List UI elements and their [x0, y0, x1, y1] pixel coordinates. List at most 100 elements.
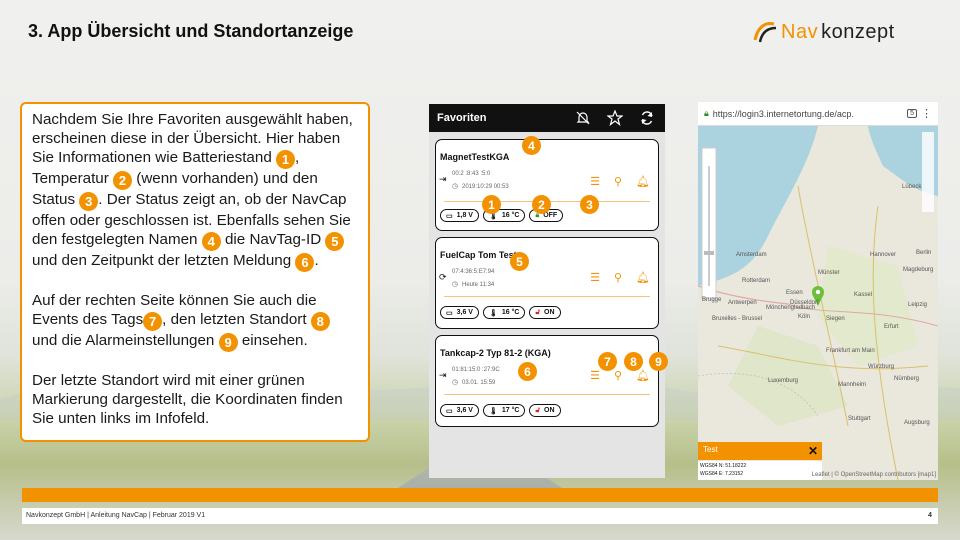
map-label: Mannheim [838, 382, 867, 388]
close-icon[interactable]: ✕ [808, 444, 818, 458]
clock-icon: ◷ [452, 379, 459, 386]
map-label: Münster [818, 270, 840, 276]
tag-id: 01:81:15:0 :27:9C [452, 367, 500, 373]
last-report: 03.01. 15:59 [462, 380, 496, 386]
refresh-icon[interactable] [637, 108, 657, 128]
callout-badge-9: 9 [649, 352, 668, 371]
callout-badge-5: 5 [510, 252, 529, 271]
badge-5: 5 [325, 232, 345, 251]
favorite-card[interactable]: Tankcap-2 Typ 81-2 (KGA) ⇥ 01:81:15:0 :2… [435, 335, 668, 427]
tag-name: FuelCap Tom Test [440, 250, 517, 260]
battery-icon: ▭ [446, 407, 453, 415]
events-list-icon[interactable]: ☰ [590, 271, 600, 284]
clock-icon: ◷ [452, 183, 459, 190]
card-actions: ☰ ⚲ 🔔︎ [590, 175, 650, 188]
star-icon[interactable] [605, 108, 625, 128]
card-actions: ☰ ⚲ 🔔︎ [590, 271, 650, 284]
battery-icon: ▭ [446, 212, 453, 220]
bell-off-icon[interactable] [573, 108, 593, 128]
refresh-status-icon: ⟳ [439, 272, 447, 282]
callout-badge-1: 1 [482, 195, 501, 214]
last-report: 2019:10:29 00:53 [462, 184, 509, 190]
logo-text-konzept: konzept [821, 20, 895, 43]
callout-badge-7: 7 [598, 352, 617, 371]
location-pin-icon[interactable]: ⚲ [614, 271, 622, 284]
temperature-chip: 🌡︎ 16 °C [482, 306, 526, 319]
location-pin-icon[interactable]: ⚲ [614, 175, 622, 188]
tag-id: 07:4:36:5:E7:94 [452, 269, 495, 275]
coord-lat: WGS84 N: 51.18222 [700, 463, 747, 469]
lock-status-chip: 🔓︎ ON [529, 306, 561, 319]
navkonzept-logo: Nav konzept [752, 20, 895, 44]
signin-arrow-icon: ⇥ [439, 370, 447, 380]
map-label: Kassel [854, 292, 873, 298]
battery-icon: ▭ [446, 309, 453, 317]
map-label: Lübeck [902, 184, 922, 190]
events-list-icon[interactable]: ☰ [590, 369, 600, 382]
map-label: Rotterdam [742, 278, 771, 284]
secure-lock-icon: 🔒︎ [704, 108, 709, 118]
badge-8: 8 [310, 312, 330, 331]
map-label: Augsburg [904, 420, 930, 426]
browser-address-bar[interactable]: 🔒︎ https://login3.internetortung.de/acp.… [698, 102, 938, 126]
map-label: Mönchengladbach [766, 305, 816, 311]
callout-badge-8: 8 [624, 352, 643, 371]
info-paragraph-2: Auf der rechten Seite können Sie auch di… [32, 291, 358, 352]
favorite-card[interactable]: FuelCap Tom Test ⟳ 07:4:36:5:E7:94 ◷ Heu… [435, 237, 659, 329]
card-actions: ☰ ⚲ 🔔︎ [590, 369, 650, 382]
lock-open-icon: 🔓︎ [535, 308, 541, 316]
coord-lon: WGS84 E: 7.23152 [700, 471, 744, 477]
slide-title: 3. App Übersicht und Standortanzeige [28, 21, 354, 41]
map-label: Magdeburg [903, 267, 934, 273]
map-infobox: Test ✕ [698, 442, 822, 460]
last-report: Heute 11:34 [462, 282, 495, 288]
alarm-bell-icon[interactable]: 🔔︎ [636, 369, 650, 382]
lock-status-chip: 🔓︎ ON [529, 404, 561, 417]
alarm-bell-icon[interactable]: 🔔︎ [636, 175, 650, 188]
badge-2: 2 [113, 171, 133, 190]
app-title: Favoriten [437, 112, 487, 124]
battery-chip: ▭ 3,6 V [440, 306, 479, 319]
footer-text: Navkonzept GmbH | Anleitung NavCap | Feb… [26, 512, 206, 519]
temperature-chip: 🌡︎ 17 °C [482, 404, 526, 417]
badge-9: 9 [218, 333, 238, 352]
battery-chip: ▭ 1,8 V [440, 209, 479, 222]
phone-screenshot: Favoriten MagnetTestKGA ⇥ 00:2 :8:43 :5:… [429, 104, 668, 478]
menu-dots-icon[interactable]: ⋮ [921, 107, 932, 120]
callout-badge-3: 3 [580, 195, 599, 214]
callout-badge-2: 2 [532, 195, 551, 214]
map-label: Hannover [870, 252, 897, 258]
tab-count[interactable]: 5 [907, 109, 917, 118]
info-paragraph-1: Nachdem Sie Ihre Favoriten ausgewählt ha… [32, 111, 353, 272]
tag-name: Tankcap-2 Typ 81-2 (KGA) [440, 348, 551, 358]
callout-badge-6: 6 [518, 362, 537, 381]
location-pin-icon[interactable]: ⚲ [614, 369, 622, 382]
badge-4: 4 [201, 232, 221, 251]
page-number: 4 [928, 512, 932, 519]
lock-open-icon: 🔓︎ [535, 406, 541, 414]
clock-icon: ◷ [452, 281, 459, 288]
map-attribution[interactable]: Leaflet | © OpenStreetMap contributors [… [812, 472, 936, 478]
logo-swoosh-icon [753, 22, 777, 43]
alarm-bell-icon[interactable]: 🔔︎ [636, 271, 650, 284]
status-chips: ▭ 3,6 V 🌡︎ 16 °C 🔓︎ ON [440, 306, 561, 319]
tag-name: MagnetTestKGA [440, 152, 510, 162]
map-side-tools [922, 132, 934, 212]
badge-6: 6 [295, 253, 315, 272]
map-label: Köln [798, 314, 811, 320]
map-label: Luxemburg [768, 378, 799, 384]
url-text[interactable]: https://login3.internetortung.de/acp. [713, 109, 903, 119]
map-label: Berlin [916, 250, 932, 256]
map-label: Antwerpen [728, 300, 757, 306]
tag-id: 00:2 :8:43 :5:0 [452, 171, 491, 177]
map-label: Frankfurt am Main [826, 348, 875, 354]
map-label: Amsterdam [736, 252, 767, 258]
map-label: Stuttgart [848, 416, 871, 422]
thermometer-icon: 🌡︎ [488, 309, 498, 317]
info-box: Nachdem Sie Ihre Favoriten ausgewählt ha… [20, 102, 370, 442]
events-list-icon[interactable]: ☰ [590, 175, 600, 188]
divider [444, 394, 650, 395]
divider [444, 296, 650, 297]
favorite-card[interactable]: MagnetTestKGA ⇥ 00:2 :8:43 :5:0 ◷ 2019:1… [435, 136, 659, 231]
map-label: Essen [786, 290, 803, 296]
